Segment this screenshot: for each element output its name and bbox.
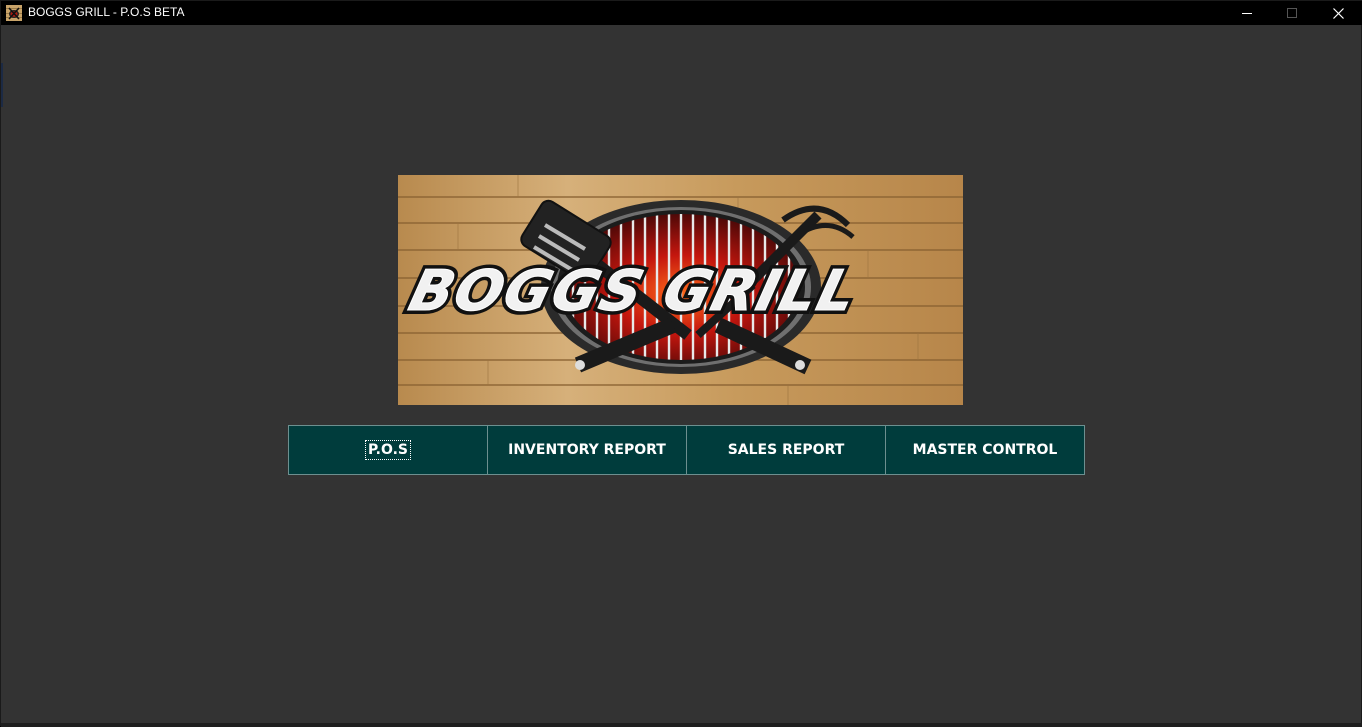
boggs-grill-logo: BOGGS GRILL BOGGS GRILL bbox=[398, 175, 963, 405]
master-control-button-label: MASTER CONTROL bbox=[912, 442, 1058, 458]
main-nav: P.O.S INVENTORY REPORT SALES REPORT MAST… bbox=[288, 425, 1088, 475]
window-edge-accent bbox=[1, 63, 3, 107]
app-icon bbox=[6, 5, 22, 21]
close-icon bbox=[1332, 7, 1344, 19]
inventory-report-button[interactable]: INVENTORY REPORT bbox=[487, 425, 687, 475]
sales-report-button-label: SALES REPORT bbox=[727, 442, 845, 458]
minimize-button[interactable] bbox=[1224, 1, 1270, 25]
master-control-button[interactable]: MASTER CONTROL bbox=[885, 425, 1085, 475]
main-window: BOGGS GRILL - P.O.S BETA BOGGS GRILL BOG… bbox=[0, 0, 1362, 727]
logo-text: BOGGS GRILL bbox=[403, 259, 865, 324]
title-bar[interactable]: BOGGS GRILL - P.O.S BETA bbox=[1, 1, 1362, 25]
close-button[interactable] bbox=[1315, 1, 1361, 25]
window-title: BOGGS GRILL - P.O.S BETA bbox=[28, 5, 185, 19]
taskbar-edge bbox=[1, 723, 1362, 727]
pos-button-label: P.O.S bbox=[364, 440, 412, 460]
maximize-button[interactable] bbox=[1269, 1, 1315, 25]
minimize-icon bbox=[1242, 13, 1252, 14]
maximize-icon bbox=[1287, 8, 1297, 18]
inventory-report-button-label: INVENTORY REPORT bbox=[508, 442, 666, 458]
pos-button[interactable]: P.O.S bbox=[288, 425, 488, 475]
logo-image: BOGGS GRILL BOGGS GRILL bbox=[398, 175, 963, 405]
sales-report-button[interactable]: SALES REPORT bbox=[686, 425, 886, 475]
